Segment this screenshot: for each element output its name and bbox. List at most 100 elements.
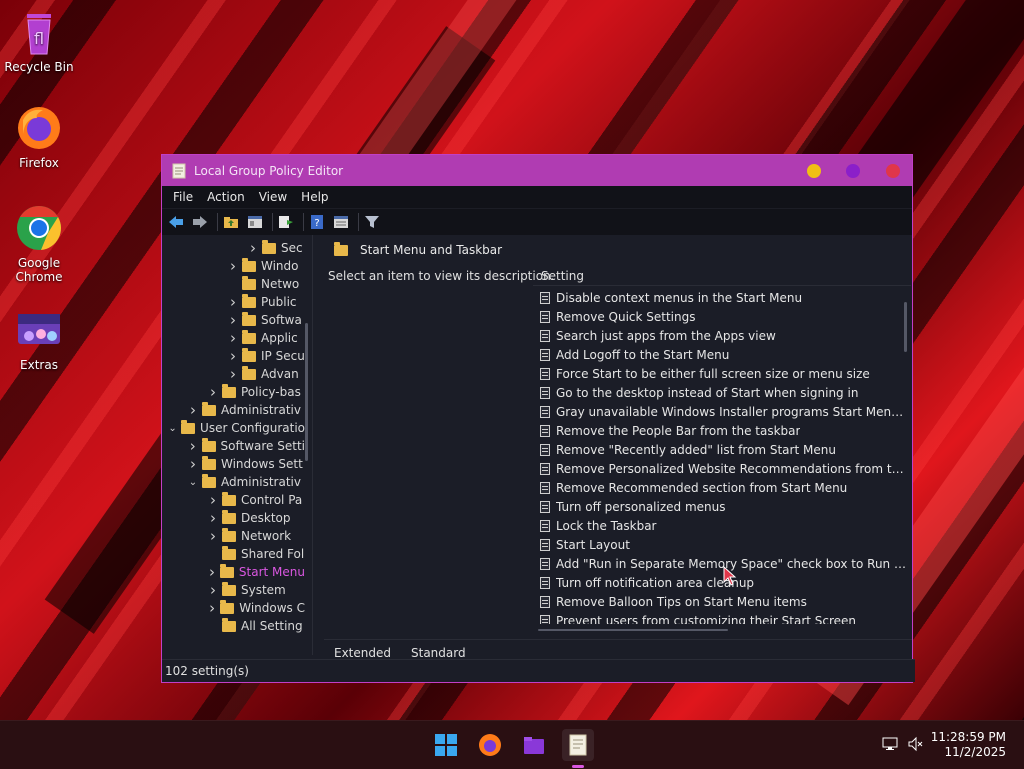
tree-node[interactable]: Shared Fol (208, 545, 305, 563)
setting-item[interactable]: Add Logoff to the Start Menu (540, 345, 906, 364)
setting-item[interactable]: Go to the desktop instead of Start when … (540, 383, 906, 402)
setting-item[interactable]: Remove "Recently added" list from Start … (540, 440, 906, 459)
policy-setting-icon (540, 500, 550, 513)
tree-node[interactable]: › Start Menu (208, 563, 305, 581)
setting-item[interactable]: Gray unavailable Windows Installer progr… (540, 402, 906, 421)
title-bar[interactable]: Local Group Policy Editor (162, 155, 912, 186)
tree-vertical-scrollbar[interactable] (305, 323, 308, 461)
tree-node[interactable]: › Software Setti (188, 437, 305, 455)
chevron-right-icon[interactable]: › (188, 455, 198, 473)
chevron-right-icon[interactable]: › (188, 437, 198, 455)
tree-node[interactable]: › Windo (228, 257, 305, 275)
desktop-icon-extras[interactable]: Extras (1, 306, 77, 372)
setting-item[interactable]: Remove Quick Settings (540, 307, 906, 326)
tree-node[interactable]: › Public (228, 293, 305, 311)
tree-node[interactable]: › Desktop (208, 509, 305, 527)
desktop-icon-firefox[interactable]: Firefox (1, 104, 77, 170)
start-button[interactable] (430, 729, 462, 761)
tree-node[interactable]: ⌄ Administrativ (188, 473, 305, 491)
desktop-icon-recycle-bin[interactable]: fl Recycle Bin (1, 8, 77, 74)
tree-node[interactable]: › IP Secu (228, 347, 305, 365)
chevron-right-icon[interactable]: › (228, 311, 238, 329)
setting-item-label: Remove Quick Settings (556, 309, 696, 324)
firefox-icon (479, 734, 501, 756)
up-one-level-button[interactable] (221, 212, 241, 232)
tree-node[interactable]: › Windows Sett (188, 455, 305, 473)
minimize-button[interactable] (807, 164, 821, 178)
chevron-right-icon[interactable]: › (228, 365, 238, 383)
chevron-right-icon[interactable]: › (208, 491, 218, 509)
settings-horizontal-scrollbar[interactable] (538, 629, 728, 631)
setting-item[interactable]: Remove Recommended section from Start Me… (540, 478, 906, 497)
maximize-button[interactable] (846, 164, 860, 178)
tree-node[interactable]: › Policy-bas (208, 383, 305, 401)
chevron-right-icon[interactable]: › (208, 383, 218, 401)
setting-item[interactable]: Remove the People Bar from the taskbar (540, 421, 906, 440)
chevron-right-icon[interactable]: › (208, 527, 218, 545)
close-button[interactable] (886, 164, 900, 178)
chevron-right-icon[interactable]: › (188, 401, 198, 419)
taskbar-file-explorer[interactable] (518, 729, 550, 761)
system-clock[interactable]: 11:28:59 PM 11/2/2025 (931, 730, 1006, 760)
setting-item[interactable]: Start Layout (540, 535, 906, 554)
forward-button[interactable] (190, 212, 210, 232)
tree-node[interactable]: › Applic (228, 329, 305, 347)
back-button[interactable] (166, 212, 186, 232)
tree-node[interactable]: › Control Pa (208, 491, 305, 509)
export-list-button[interactable] (276, 212, 296, 232)
tree-node[interactable]: › Softwa (228, 311, 305, 329)
setting-item[interactable]: Remove Personalized Website Recommendati… (540, 459, 906, 478)
tab-standard[interactable]: Standard (401, 646, 476, 660)
setting-item[interactable]: Disable context menus in the Start Menu (540, 288, 906, 307)
menu-view[interactable]: View (252, 190, 294, 204)
setting-item[interactable]: Force Start to be either full screen siz… (540, 364, 906, 383)
setting-item[interactable]: Remove Balloon Tips on Start Menu items (540, 592, 906, 611)
setting-item[interactable]: Lock the Taskbar (540, 516, 906, 535)
status-text: 102 setting(s) (165, 664, 249, 678)
chevron-right-icon[interactable]: › (228, 293, 238, 311)
folder-icon (242, 329, 256, 344)
setting-item[interactable]: Search just apps from the Apps view (540, 326, 906, 345)
network-icon[interactable] (882, 736, 898, 755)
setting-item[interactable]: Prevent users from customizing their Sta… (540, 611, 906, 624)
chevron-right-icon[interactable]: › (208, 581, 218, 599)
tree-node[interactable]: › System (208, 581, 305, 599)
help-button[interactable]: ? (307, 212, 327, 232)
chevron-right-icon[interactable]: › (228, 257, 238, 275)
group-policy-editor-icon (569, 734, 587, 756)
properties-button[interactable] (331, 212, 351, 232)
chevron-right-icon[interactable]: › (208, 509, 218, 527)
filter-button[interactable] (362, 212, 382, 232)
tree-node[interactable]: › Sec (248, 239, 305, 257)
chevron-right-icon[interactable]: › (228, 347, 238, 365)
menu-help[interactable]: Help (294, 190, 335, 204)
tree-node[interactable]: › Network (208, 527, 305, 545)
tab-extended[interactable]: Extended (324, 646, 401, 660)
volume-muted-icon[interactable] (908, 736, 924, 755)
chevron-right-icon[interactable]: › (208, 563, 216, 581)
setting-item-label: Add Logoff to the Start Menu (556, 347, 730, 362)
chevron-right-icon[interactable]: › (208, 599, 216, 617)
tree-node[interactable]: › Windows C (208, 599, 305, 617)
column-header-setting[interactable]: Setting (541, 269, 584, 283)
tree-node[interactable]: › Administrativ (188, 401, 305, 419)
tree-node[interactable]: All Setting (208, 617, 305, 635)
taskbar-firefox[interactable] (474, 729, 506, 761)
tree-node[interactable]: ⌄ User Configuratio (168, 419, 305, 437)
console-tree[interactable]: › Sec › Windo Netwo › Public › Softwa › Applic › IP … (162, 235, 313, 655)
chevron-right-icon[interactable]: › (228, 329, 238, 347)
folder-icon (202, 401, 216, 416)
chevron-down-icon[interactable]: ⌄ (188, 477, 198, 488)
chevron-down-icon[interactable]: ⌄ (168, 423, 177, 434)
menu-action[interactable]: Action (200, 190, 252, 204)
show-hide-console-tree-button[interactable] (245, 212, 265, 232)
tree-node[interactable]: Netwo (228, 275, 305, 293)
settings-vertical-scrollbar[interactable] (904, 302, 907, 352)
menu-file[interactable]: File (166, 190, 200, 204)
setting-item[interactable]: Turn off personalized menus (540, 497, 906, 516)
taskbar-group-policy-editor[interactable] (562, 729, 594, 761)
tree-node-label: Start Menu (238, 565, 305, 579)
chevron-right-icon[interactable]: › (248, 239, 258, 257)
tree-node[interactable]: › Advan (228, 365, 305, 383)
desktop-icon-chrome[interactable]: Google Chrome (1, 204, 77, 284)
